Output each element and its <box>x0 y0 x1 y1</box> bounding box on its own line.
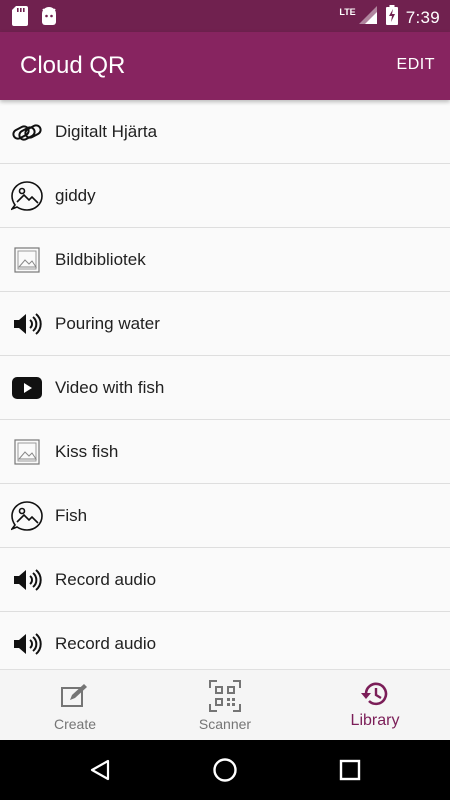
video-icon <box>11 372 43 404</box>
system-navigation-bar <box>0 740 450 800</box>
home-icon[interactable] <box>211 756 239 784</box>
list-item-label: giddy <box>55 186 96 205</box>
tab-scanner-label: Scanner <box>198 716 252 732</box>
list-item-label: Fish <box>55 506 88 525</box>
audio-icon <box>11 564 43 596</box>
list-item[interactable]: Video with fish <box>0 356 450 420</box>
sd-card-icon <box>12 6 28 31</box>
tab-scanner[interactable]: Scanner <box>150 670 300 740</box>
android-icon <box>40 6 58 31</box>
clock: 7:39 <box>405 7 440 27</box>
list-item-label: Bildbibliotek <box>55 250 146 269</box>
list-item[interactable]: Record audio <box>0 548 450 612</box>
list-item[interactable]: giddy <box>0 164 450 228</box>
list-item[interactable]: Record audio <box>0 612 450 670</box>
list-item[interactable]: Pouring water <box>0 292 450 356</box>
qr-scan-icon <box>208 680 242 712</box>
list-item-label: Pouring water <box>55 314 160 333</box>
tab-create[interactable]: Create <box>0 670 150 740</box>
library-list: Digitalt Hjärta giddy Bildbibliotek Pour… <box>0 100 450 670</box>
list-item-label: Video with fish <box>55 378 165 397</box>
tab-library[interactable]: Library <box>300 670 450 740</box>
list-item-label: Digitalt Hjärta <box>55 122 158 141</box>
tab-library-label: Library <box>350 712 400 729</box>
app-screen: LTE 7:39 Cloud QR EDIT Digitalt Hjärta g <box>0 0 450 800</box>
network-type: LTE <box>339 6 356 17</box>
edit-icon <box>58 681 92 711</box>
list-item-label: Record audio <box>55 634 157 653</box>
status-bar: LTE 7:39 <box>0 0 450 32</box>
list-item[interactable]: Fish <box>0 484 450 548</box>
image-icon <box>11 244 43 276</box>
list-item[interactable]: Bildbibliotek <box>0 228 450 292</box>
app-bar: Cloud QR EDIT <box>0 32 450 100</box>
back-icon[interactable] <box>86 756 114 784</box>
battery-charging-icon <box>385 5 398 30</box>
list-item-label: Kiss fish <box>55 442 119 461</box>
bottom-navigation: Create Scanner Library <box>0 669 450 740</box>
image-icon <box>11 436 43 468</box>
audio-icon <box>11 308 43 340</box>
history-icon <box>358 679 392 709</box>
list-item[interactable]: Digitalt Hjärta <box>0 100 450 164</box>
image-chat-icon <box>11 180 43 212</box>
app-title: Cloud QR <box>20 52 126 79</box>
recents-icon[interactable] <box>336 756 364 784</box>
audio-icon <box>11 628 43 660</box>
list-item[interactable]: Kiss fish <box>0 420 450 484</box>
tab-create-label: Create <box>53 716 97 732</box>
edit-button[interactable]: EDIT <box>397 56 435 74</box>
link-icon <box>11 116 43 148</box>
image-chat-icon <box>11 500 43 532</box>
list-item-label: Record audio <box>55 570 157 589</box>
signal-icon <box>358 5 378 30</box>
